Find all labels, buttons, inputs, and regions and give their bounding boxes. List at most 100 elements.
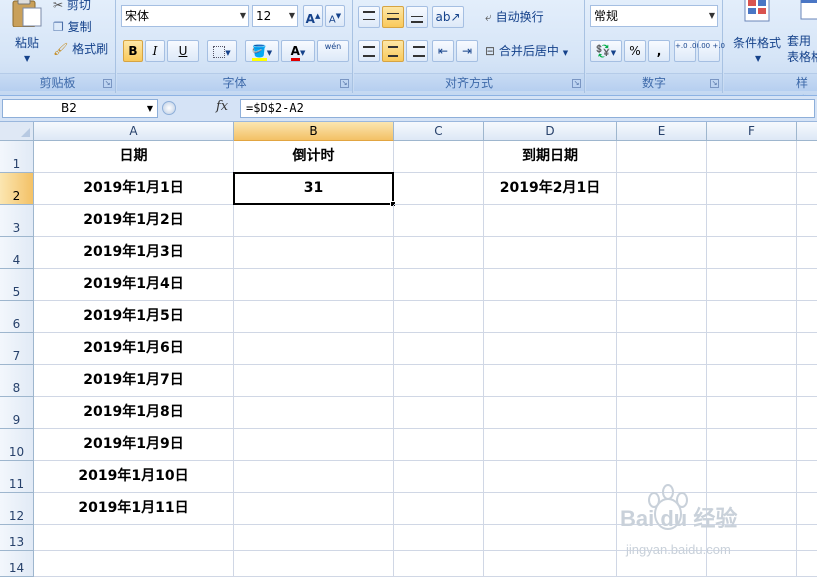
cell-c5[interactable] xyxy=(394,269,484,301)
cell-c7[interactable] xyxy=(394,333,484,365)
column-header-f[interactable]: F xyxy=(707,122,797,141)
font-size-select[interactable]: 12 ▼ xyxy=(252,5,298,27)
underline-button[interactable]: U xyxy=(167,40,199,62)
formula-bar-splitter[interactable] xyxy=(162,99,210,118)
cell-overflow[interactable] xyxy=(797,333,817,365)
cell-f8[interactable] xyxy=(707,365,797,397)
fill-color-button[interactable]: 🪣▼ xyxy=(245,40,279,62)
row-header-5[interactable]: 5 xyxy=(0,269,34,301)
row-header-1[interactable]: 1 xyxy=(0,141,34,173)
cell-d12[interactable] xyxy=(484,493,617,525)
number-format-select[interactable]: 常规 ▼ xyxy=(590,5,718,27)
cell-f14[interactable] xyxy=(707,551,797,577)
decrease-decimal-button[interactable]: .00 +.0 xyxy=(698,40,725,62)
format-painter-button[interactable]: 🖌 格式刷 xyxy=(52,38,109,58)
cell-d8[interactable] xyxy=(484,365,617,397)
cell-d10[interactable] xyxy=(484,429,617,461)
cell-f7[interactable] xyxy=(707,333,797,365)
cell-a5[interactable]: 2019年1月4日 xyxy=(34,269,234,301)
column-header-c[interactable]: C xyxy=(394,122,484,141)
grow-font-button[interactable]: A▲ xyxy=(303,5,323,27)
cell-overflow[interactable] xyxy=(797,237,817,269)
cell-d14[interactable] xyxy=(484,551,617,577)
cell-c4[interactable] xyxy=(394,237,484,269)
cell-e14[interactable] xyxy=(617,551,707,577)
row-header-12[interactable]: 12 xyxy=(0,493,34,525)
cell-overflow[interactable] xyxy=(797,141,817,173)
column-header-overflow[interactable] xyxy=(797,122,817,141)
cell-e12[interactable] xyxy=(617,493,707,525)
cell-f11[interactable] xyxy=(707,461,797,493)
font-name-select[interactable]: 宋体 ▼ xyxy=(121,5,249,27)
comma-button[interactable]: , xyxy=(648,40,670,62)
cell-b8[interactable] xyxy=(234,365,394,397)
cell-d1[interactable]: 到期日期 xyxy=(484,141,617,173)
cell-b13[interactable] xyxy=(234,525,394,551)
paste-button[interactable]: 粘贴 ▼ xyxy=(4,0,48,70)
cell-f13[interactable] xyxy=(707,525,797,551)
align-top-button[interactable] xyxy=(358,6,380,28)
accounting-format-button[interactable]: 💱▼ xyxy=(590,40,622,62)
cell-overflow[interactable] xyxy=(797,429,817,461)
cell-f12[interactable] xyxy=(707,493,797,525)
column-header-b[interactable]: B xyxy=(234,122,394,141)
cell-e13[interactable] xyxy=(617,525,707,551)
font-color-button[interactable]: A▼ xyxy=(281,40,315,62)
cell-f2[interactable] xyxy=(707,173,797,205)
insert-function-icon[interactable]: fx xyxy=(216,99,228,114)
cell-a12[interactable]: 2019年1月11日 xyxy=(34,493,234,525)
cell-b11[interactable] xyxy=(234,461,394,493)
row-header-8[interactable]: 8 xyxy=(0,365,34,397)
cut-button[interactable]: ✂ 剪切 xyxy=(52,0,92,14)
number-launcher-icon[interactable]: ↘ xyxy=(710,79,719,88)
cell-overflow[interactable] xyxy=(797,525,817,551)
cell-d4[interactable] xyxy=(484,237,617,269)
cell-b4[interactable] xyxy=(234,237,394,269)
row-header-9[interactable]: 9 xyxy=(0,397,34,429)
borders-button[interactable]: ▼ xyxy=(207,40,237,62)
cell-e6[interactable] xyxy=(617,301,707,333)
cell-c14[interactable] xyxy=(394,551,484,577)
cell-a14[interactable] xyxy=(34,551,234,577)
cell-b7[interactable] xyxy=(234,333,394,365)
cell-e1[interactable] xyxy=(617,141,707,173)
cell-overflow[interactable] xyxy=(797,461,817,493)
cell-b6[interactable] xyxy=(234,301,394,333)
cell-a6[interactable]: 2019年1月5日 xyxy=(34,301,234,333)
copy-button[interactable]: ❐ 复制 xyxy=(52,16,93,36)
cell-a13[interactable] xyxy=(34,525,234,551)
name-box[interactable]: B2 ▼ xyxy=(2,99,158,118)
column-header-e[interactable]: E xyxy=(617,122,707,141)
cell-f5[interactable] xyxy=(707,269,797,301)
cell-a9[interactable]: 2019年1月8日 xyxy=(34,397,234,429)
cell-overflow[interactable] xyxy=(797,397,817,429)
cell-e4[interactable] xyxy=(617,237,707,269)
cell-c3[interactable] xyxy=(394,205,484,237)
cell-a8[interactable]: 2019年1月7日 xyxy=(34,365,234,397)
cell-f4[interactable] xyxy=(707,237,797,269)
cell-c8[interactable] xyxy=(394,365,484,397)
cell-f9[interactable] xyxy=(707,397,797,429)
cell-b5[interactable] xyxy=(234,269,394,301)
row-header-11[interactable]: 11 xyxy=(0,461,34,493)
cell-overflow[interactable] xyxy=(797,551,817,577)
cell-d6[interactable] xyxy=(484,301,617,333)
cell-overflow[interactable] xyxy=(797,493,817,525)
cell-c12[interactable] xyxy=(394,493,484,525)
cell-e8[interactable] xyxy=(617,365,707,397)
cell-f3[interactable] xyxy=(707,205,797,237)
column-header-d[interactable]: D xyxy=(484,122,617,141)
decrease-indent-button[interactable]: ⇤ xyxy=(432,40,454,62)
cell-d2[interactable]: 2019年2月1日 xyxy=(484,173,617,205)
cell-a11[interactable]: 2019年1月10日 xyxy=(34,461,234,493)
wrap-text-button[interactable]: ⤶ 自动换行 xyxy=(484,6,545,28)
row-header-6[interactable]: 6 xyxy=(0,301,34,333)
increase-indent-button[interactable]: ⇥ xyxy=(456,40,478,62)
cell-a7[interactable]: 2019年1月6日 xyxy=(34,333,234,365)
cell-a10[interactable]: 2019年1月9日 xyxy=(34,429,234,461)
cell-b2[interactable]: 31 xyxy=(233,172,394,205)
cell-f10[interactable] xyxy=(707,429,797,461)
align-bottom-button[interactable] xyxy=(406,6,428,28)
cell-c6[interactable] xyxy=(394,301,484,333)
cell-b9[interactable] xyxy=(234,397,394,429)
